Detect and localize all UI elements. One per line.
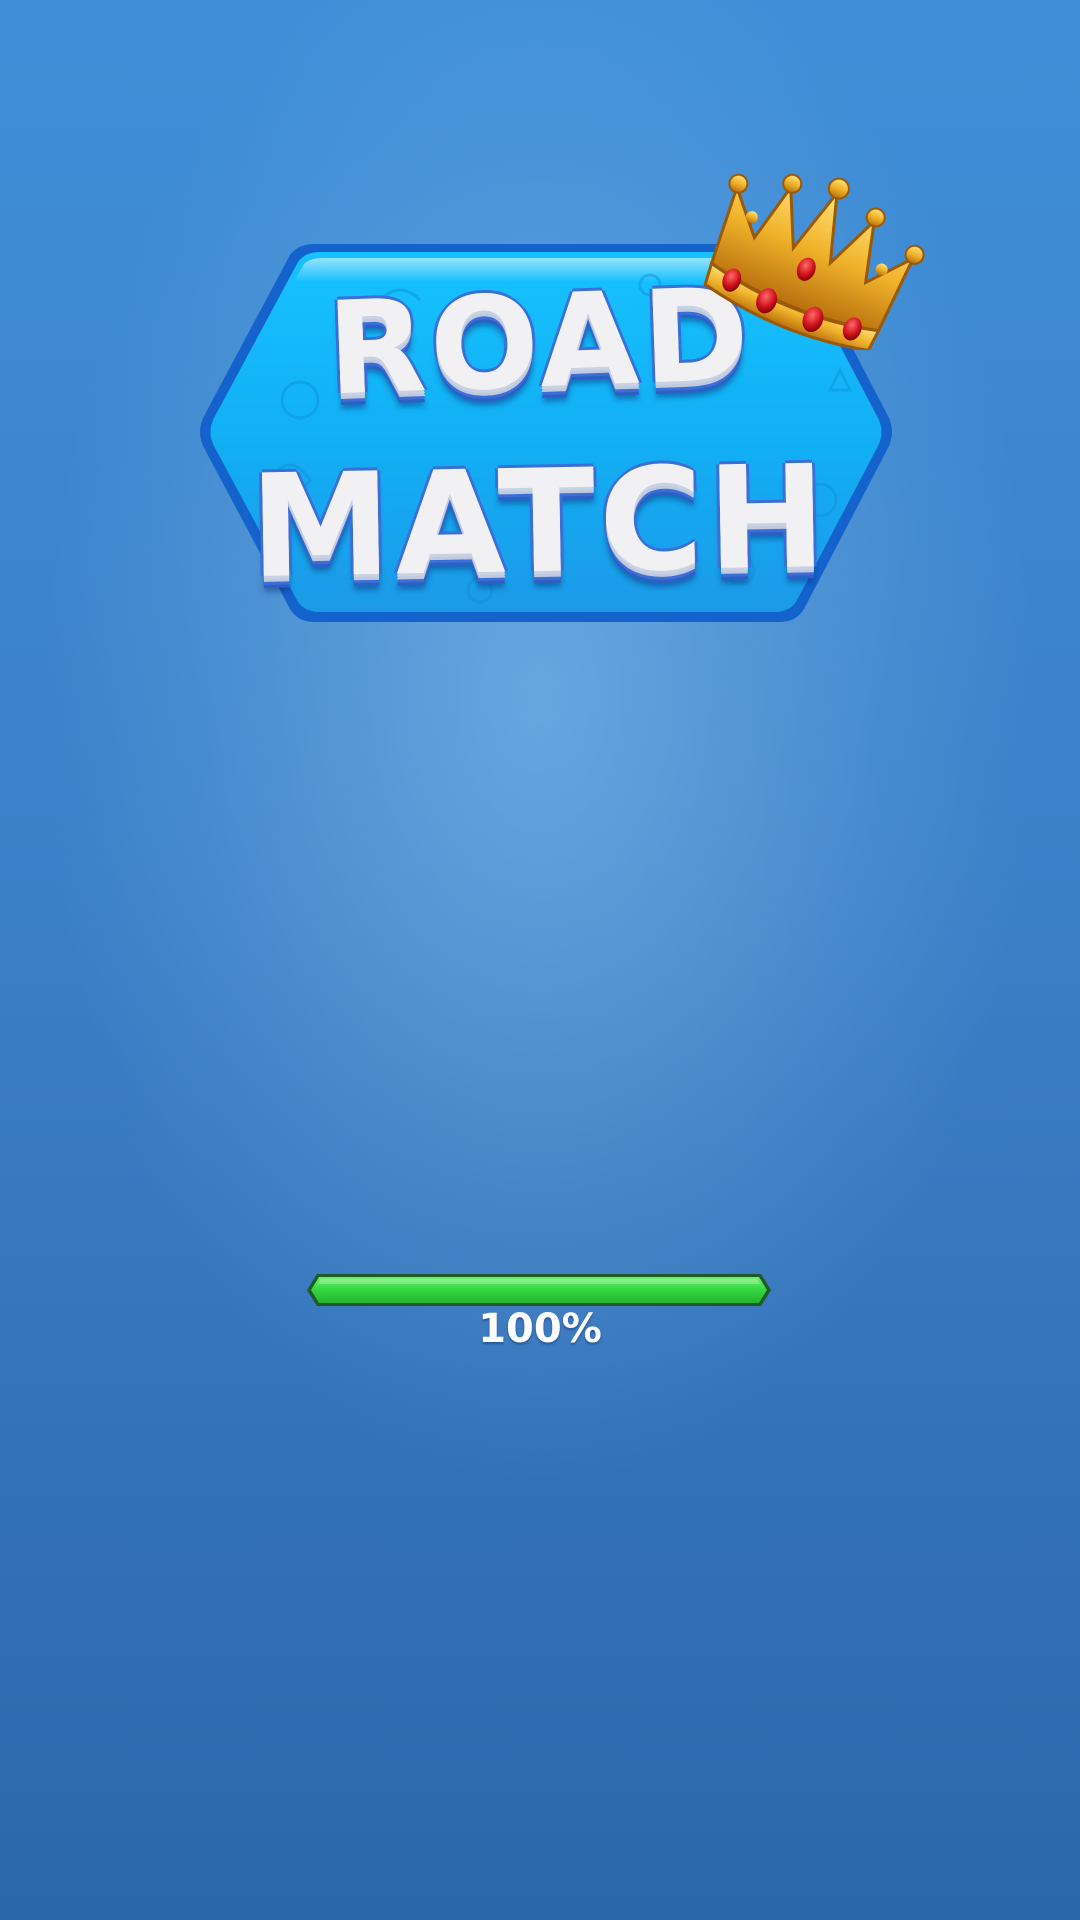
loading-progress-bar <box>305 1272 773 1308</box>
game-logo: ROAD MATCH <box>180 150 940 650</box>
crown-icon <box>703 173 925 350</box>
loading-percent-label: 100% <box>478 1306 602 1352</box>
progress-bar-graphic <box>307 1274 771 1306</box>
logo-title-match: MATCH <box>248 434 832 611</box>
